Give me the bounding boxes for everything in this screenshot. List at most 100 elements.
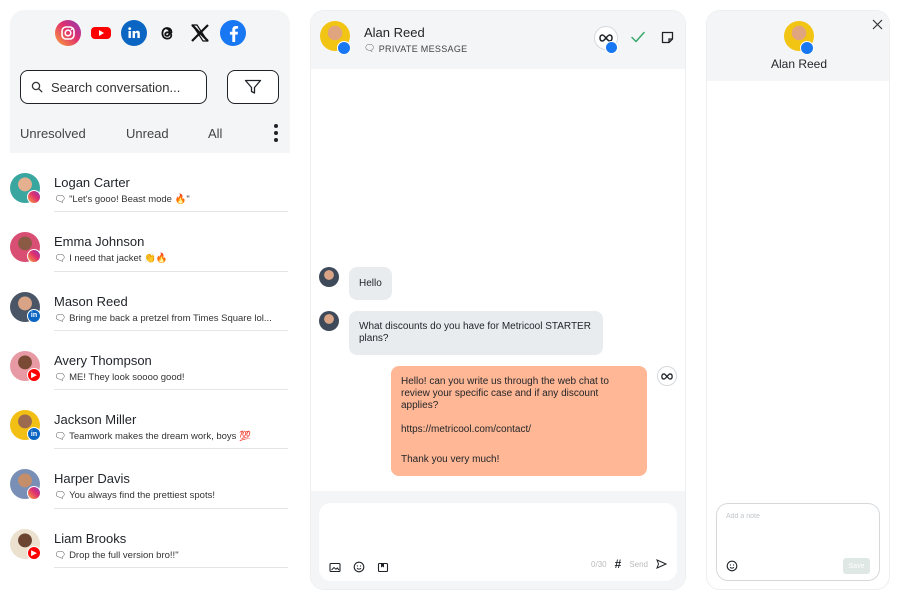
more-options-icon[interactable]: [270, 122, 282, 144]
divider: [54, 270, 288, 272]
send-label[interactable]: Send: [629, 560, 648, 569]
note-input[interactable]: [726, 513, 866, 543]
infinity-icon: [661, 372, 673, 380]
emoji-icon[interactable]: [353, 561, 365, 573]
note-icon[interactable]: [661, 31, 674, 44]
search-icon: [31, 81, 43, 93]
search-input[interactable]: [51, 79, 191, 95]
image-icon[interactable]: [329, 562, 341, 573]
search-row: [20, 70, 279, 104]
x-icon[interactable]: [187, 20, 213, 46]
message-paragraph: Thank you very much!: [401, 454, 500, 465]
list-item[interactable]: ▶ Avery Thompson 🗨︎ ME! They look soooo g…: [10, 341, 290, 400]
message-preview: 🗨︎ Bring me back a pretzel from Times Squ…: [54, 312, 272, 324]
composer-send-area: 0/30 # Send: [591, 557, 667, 571]
message-paragraph: Hello! can you write us through the web …: [401, 376, 609, 411]
facebook-icon[interactable]: [219, 20, 246, 46]
conversation-tabs: Unresolved Unread All: [20, 122, 282, 144]
instagram-icon: [27, 190, 41, 204]
tab-all[interactable]: All: [208, 126, 258, 141]
chat-bubble-icon: 🗨︎: [54, 194, 67, 205]
divider: [54, 389, 288, 391]
chat-panel: Alan Reed 🗨︎ PRIVATE MESSAGE Hello What d…: [310, 10, 686, 590]
chat-contact-name: Alan Reed: [364, 25, 425, 40]
composer-area: 0/30 # Send: [311, 491, 685, 589]
message-link[interactable]: https://metricool.com/contact/: [401, 424, 637, 436]
incoming-message: Hello: [349, 267, 392, 300]
divider: [54, 448, 288, 450]
contact-name: Mason Reed: [54, 293, 128, 309]
app-root: Unresolved Unread All Logan Carter 🗨︎"Le…: [0, 0, 900, 601]
note-editor: Save: [716, 503, 880, 581]
emoji-icon[interactable]: [726, 560, 738, 572]
list-item[interactable]: Emma Johnson 🗨︎ I need that jacket 👏🔥: [10, 222, 290, 281]
chat-header: Alan Reed 🗨︎ PRIVATE MESSAGE: [311, 11, 685, 69]
linkedin-icon[interactable]: [120, 20, 147, 46]
chat-bubble-icon: 🗨︎: [54, 490, 67, 502]
message-row: What discounts do you have for Metricool…: [319, 311, 603, 355]
divider: [54, 329, 288, 331]
contact-name: Logan Carter: [54, 175, 130, 190]
conversation-list: Logan Carter 🗨︎ "Let's gooo! Beast mode 🔥…: [10, 163, 290, 578]
chat-channel: 🗨︎ PRIVATE MESSAGE: [364, 43, 468, 54]
contact-name: Avery Thompson: [54, 352, 152, 368]
ai-reply-badge: [657, 366, 677, 386]
search-box[interactable]: [20, 70, 207, 104]
incoming-message: What discounts do you have for Metricool…: [349, 311, 603, 355]
divider: [54, 507, 288, 509]
linkedin-icon: in: [27, 308, 41, 323]
youtube-icon: ▶: [27, 545, 41, 560]
hashtag-icon[interactable]: #: [615, 557, 622, 571]
character-counter: 0/30: [591, 559, 607, 569]
contact-details-panel: Alan Reed Save: [706, 10, 890, 590]
contact-name: Emma Johnson: [54, 234, 145, 250]
linkedin-icon: in: [27, 427, 41, 442]
threads-icon[interactable]: [154, 20, 180, 46]
divider: [54, 211, 288, 213]
youtube-icon: ▶: [27, 367, 41, 382]
list-item[interactable]: Harper Davis 🗨︎ You always find the prett…: [10, 459, 290, 518]
instagram-icon[interactable]: [54, 20, 81, 46]
message-preview: 🗨︎ Teamwork makes the dream work, boys 💯: [54, 431, 251, 443]
divider: [54, 567, 288, 569]
message-preview: 🗨︎ Drop the full version bro!!": [54, 549, 179, 561]
list-item[interactable]: in Jackson Miller 🗨︎ Teamwork makes the d…: [10, 400, 290, 459]
filter-button[interactable]: [227, 70, 279, 104]
instagram-icon: [27, 486, 41, 501]
facebook-icon: [800, 41, 814, 55]
chat-bubble-icon: 🗨︎: [54, 549, 67, 561]
message-preview: 🗨︎ ME! They look soooo good!: [54, 371, 185, 383]
send-icon[interactable]: [656, 559, 667, 569]
list-item[interactable]: Logan Carter 🗨︎ "Let's gooo! Beast mode 🔥…: [10, 163, 290, 222]
contact-name: Harper Davis: [54, 471, 130, 487]
resolve-check-icon[interactable]: [631, 31, 645, 43]
save-note-button[interactable]: Save: [843, 558, 870, 574]
close-icon[interactable]: [872, 19, 883, 30]
avatar: [319, 311, 339, 331]
message-preview: 🗨︎ "Let's gooo! Beast mode 🔥": [54, 194, 190, 205]
contact-header: Alan Reed: [707, 11, 889, 81]
message-preview: 🗨︎ I need that jacket 👏🔥: [54, 253, 168, 265]
chat-bubble-icon: 🗨︎: [54, 431, 67, 443]
message-composer[interactable]: 0/30 # Send: [319, 503, 677, 581]
facebook-icon: [337, 41, 351, 55]
ai-assistant-button[interactable]: [594, 26, 618, 54]
saved-reply-icon[interactable]: [377, 562, 389, 573]
contact-name: Alan Reed: [770, 57, 828, 71]
composer-tools: [329, 561, 389, 573]
avatar: [319, 267, 339, 287]
instagram-icon: [27, 249, 41, 264]
list-item[interactable]: ▶ Liam Brooks 🗨︎ Drop the full version br…: [10, 519, 290, 578]
filter-icon: [244, 79, 262, 94]
youtube-icon[interactable]: [88, 20, 114, 46]
message-preview: 🗨︎ You always find the prettiest spots!: [54, 490, 215, 502]
tab-unread[interactable]: Unread: [126, 126, 208, 141]
conversations-panel: Unresolved Unread All Logan Carter 🗨︎"Le…: [10, 10, 290, 595]
list-item[interactable]: in Mason Reed 🗨︎ Bring me back a pretzel …: [10, 282, 290, 341]
message-row: Hello: [319, 267, 392, 300]
contact-name: Jackson Miller: [54, 412, 137, 428]
chat-bubble-icon: 🗨︎: [54, 312, 67, 324]
outgoing-message: Hello! can you write us through the web …: [391, 366, 647, 476]
tab-unresolved[interactable]: Unresolved: [20, 126, 126, 141]
chat-bubble-icon: 🗨︎: [54, 371, 67, 383]
